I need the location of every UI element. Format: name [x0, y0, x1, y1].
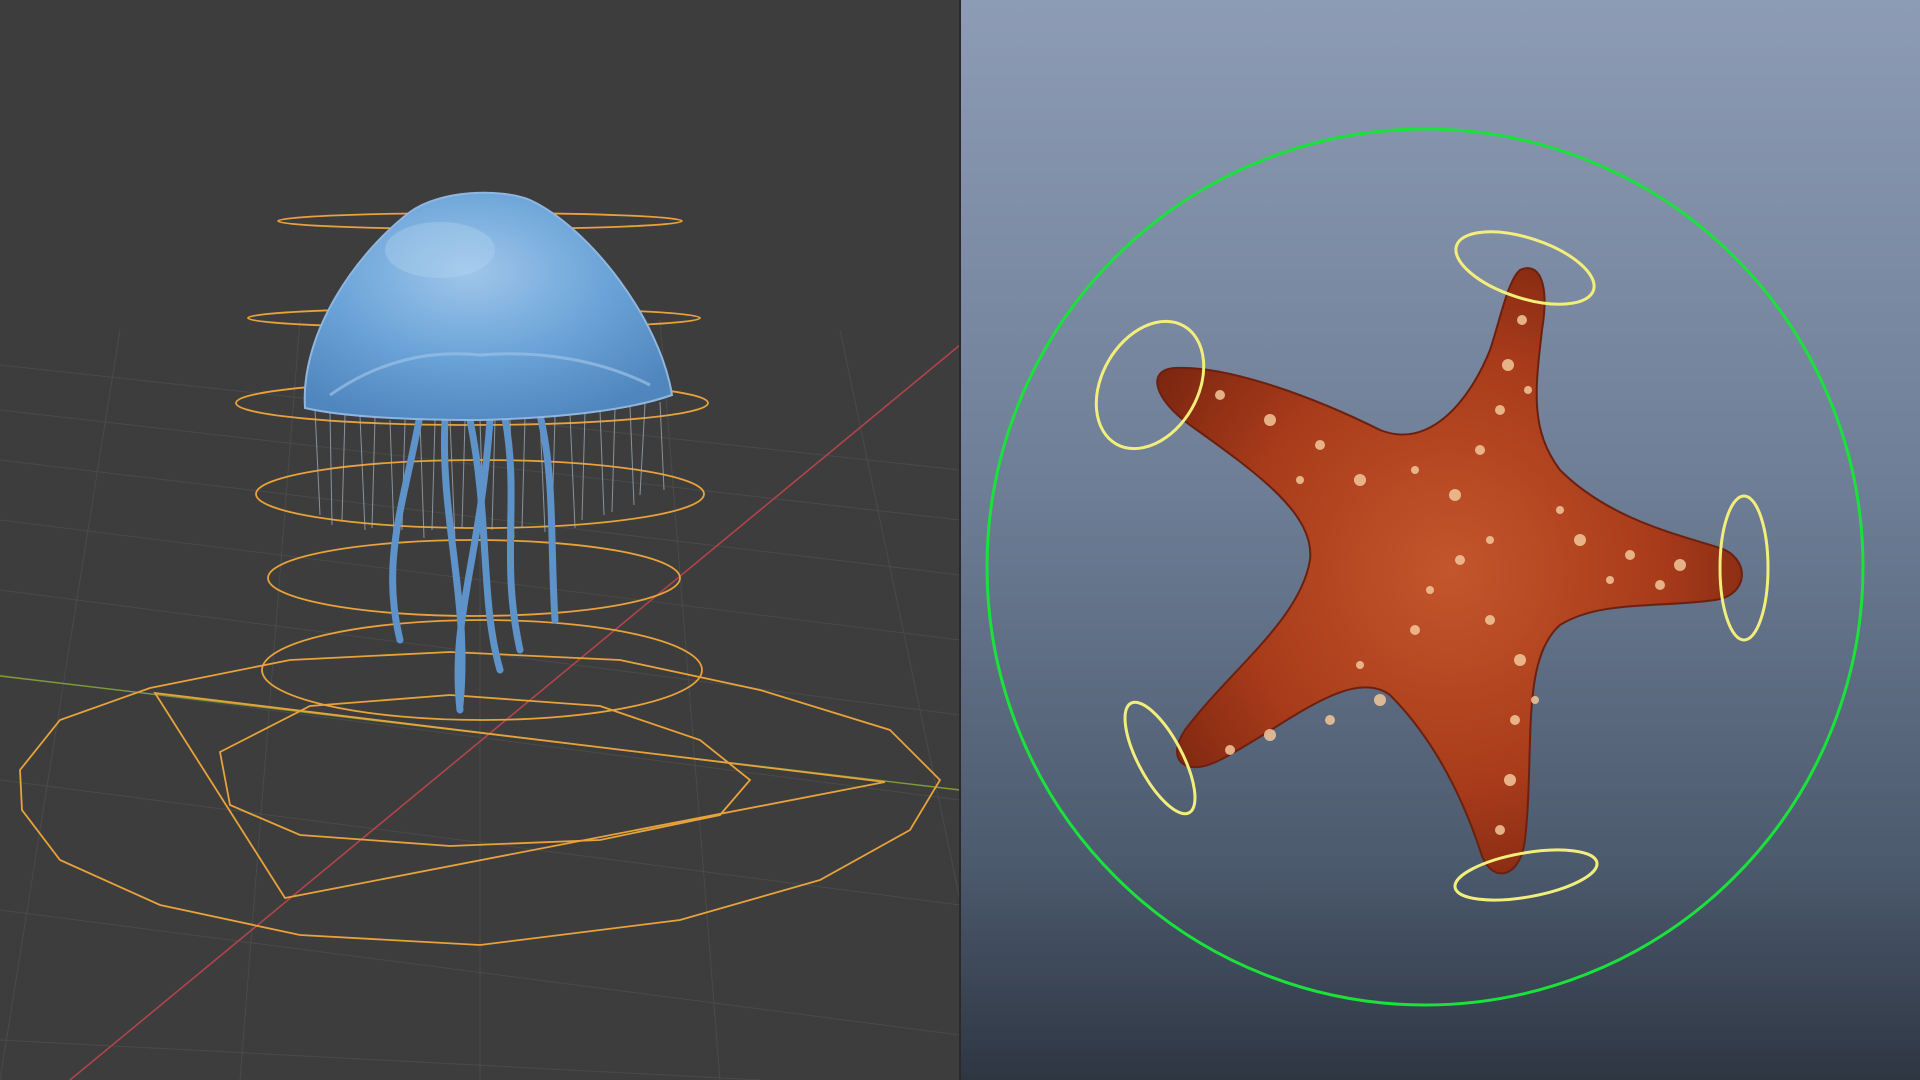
x-axis-line: [69, 344, 960, 1080]
viewport-right-canvas[interactable]: [960, 0, 1920, 1080]
starfish-model[interactable]: [1156, 267, 1743, 875]
viewport-right[interactable]: [960, 0, 1920, 1080]
viewport-left[interactable]: [0, 0, 960, 1080]
viewport-divider: [959, 0, 961, 1080]
split-view: [0, 0, 1920, 1080]
viewport-left-canvas[interactable]: [0, 0, 960, 1080]
limb-control-bottom: [1453, 848, 1599, 902]
limb-control-top-left: [1094, 319, 1206, 451]
